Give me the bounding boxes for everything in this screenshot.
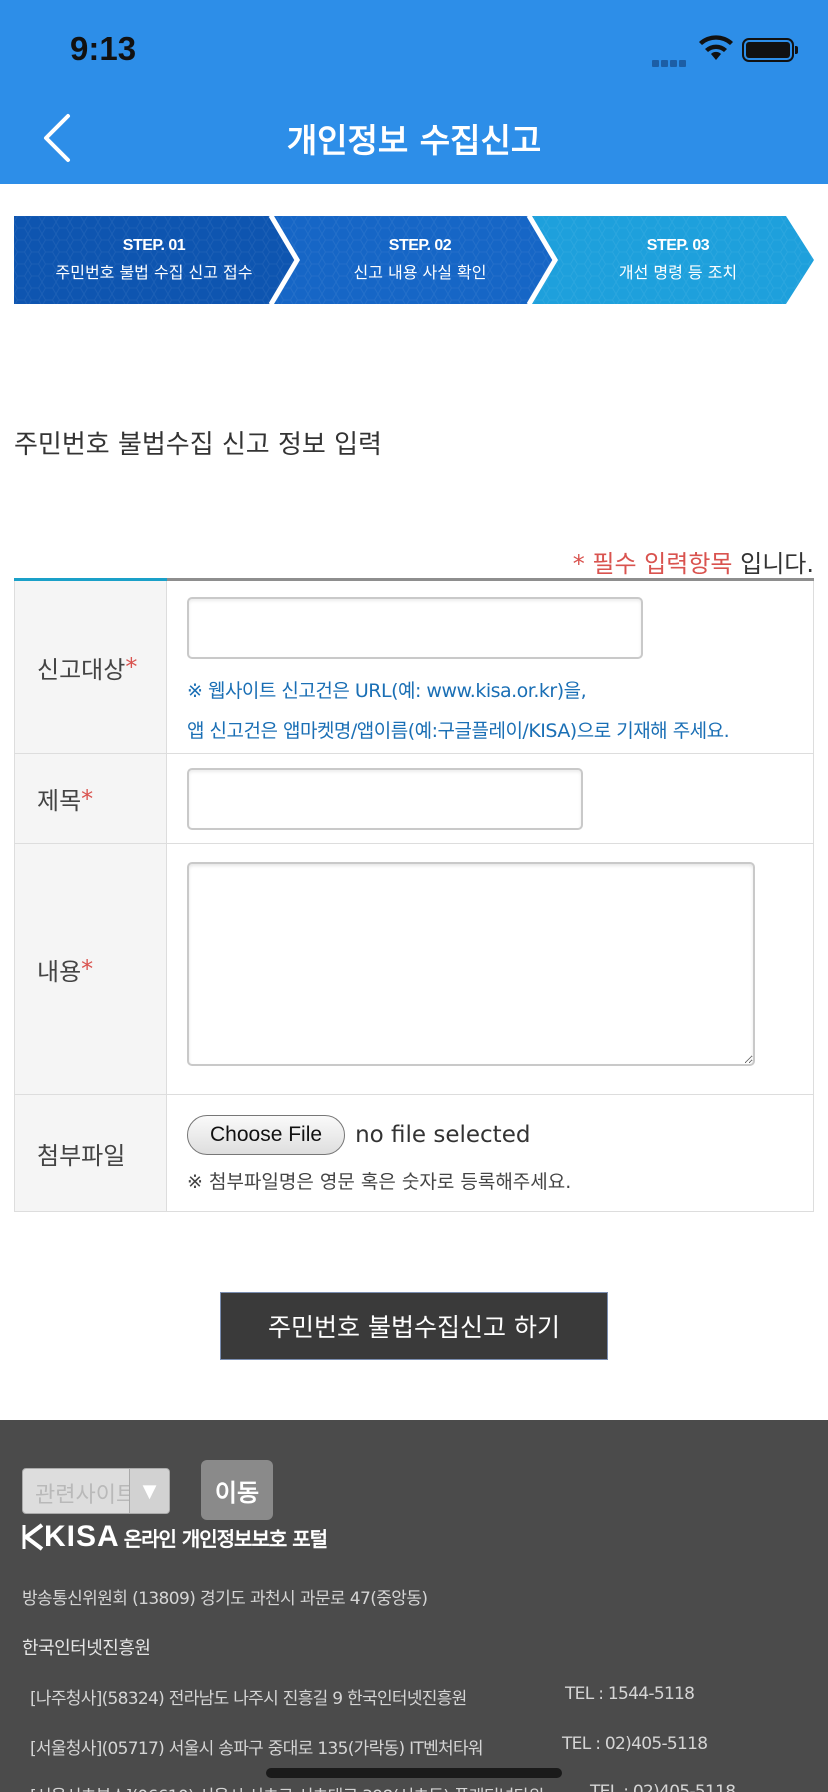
step-3-number: STEP. 03	[646, 237, 710, 254]
logo-kisa-text: KISA	[44, 1520, 120, 1553]
content-label: 내용 *	[15, 844, 167, 1094]
battery-icon	[742, 38, 798, 62]
kisa-logo-mark-icon	[22, 1523, 44, 1551]
footer-tel-seocho: TEL : 02)405-5118	[590, 1782, 736, 1792]
target-hint-line-1: ※ 웹사이트 신고건은 URL(예: www.kisa.or.kr)을,	[187, 680, 587, 702]
title-input[interactable]	[187, 768, 583, 830]
status-bar: 9:13	[0, 0, 828, 92]
wifi-icon	[699, 35, 733, 60]
step-3: STEP. 03 개선 명령 등 조치	[558, 216, 798, 304]
attach-hint: ※ 첨부파일명은 영문 혹은 숫자로 등록해주세요.	[187, 1171, 572, 1193]
footer-tel-seoul: TEL : 02)405-5118	[562, 1734, 708, 1754]
footer-office-naju: [나주청사](58324) 전라남도 나주시 진흥길 9 한국인터넷진흥원	[30, 1689, 467, 1709]
nav-bar: 개인정보 수집신고	[0, 92, 828, 184]
target-hint-line-2: 앱 신고건은 앱마켓명/앱이름(예:구글플레이/KISA)으로 기재해 주세요.	[187, 720, 730, 742]
step-2-label: 신고 내용 사실 확인	[353, 263, 487, 282]
target-input[interactable]	[187, 597, 643, 659]
page-title: 개인정보 수집신고	[286, 121, 542, 160]
footer: 관련사이트 ▼ 이동 KISA 온라인 개인정보보호 포털 방송통신위원회 (1…	[0, 1420, 828, 1792]
step-3-label: 개선 명령 등 조치	[618, 263, 738, 282]
related-sites-select[interactable]: 관련사이트 ▼	[22, 1468, 170, 1514]
report-form: 신고대상 * ※ 웹사이트 신고건은 URL(예: www.kisa.or.kr)…	[14, 578, 814, 1212]
related-sites-value: 관련사이트	[35, 1483, 137, 1508]
kisa-logo: KISA 온라인 개인정보보호 포털	[22, 1520, 328, 1554]
file-picker: Choose File no file selected	[187, 1115, 793, 1155]
attach-label: 첨부파일	[15, 1095, 167, 1211]
form-row-content: 내용 *	[14, 844, 814, 1095]
form-row-title: 제목 *	[14, 754, 814, 844]
footer-address: 방송통신위원회 (13809) 경기도 과천시 과문로 47(중앙동)	[22, 1589, 428, 1609]
footer-office-seocho: [서울서초분소](06610) 서울시 서초구 서초대로 398(서초동) 플래…	[30, 1782, 544, 1792]
dropdown-arrow-icon: ▼	[129, 1469, 169, 1513]
title-label: 제목 *	[15, 754, 167, 843]
required-marker-text: * 필수 입력항목	[572, 550, 733, 578]
home-indicator	[266, 1768, 562, 1778]
content-textarea[interactable]	[187, 862, 755, 1066]
file-status: no file selected	[355, 1122, 531, 1148]
target-hint: ※ 웹사이트 신고건은 URL(예: www.kisa.or.kr)을, 앱 신…	[187, 671, 793, 751]
step-1-number: STEP. 01	[122, 237, 186, 254]
required-note: * 필수 입력항목 입니다.	[573, 544, 814, 579]
footer-office-seoul: [서울청사](05717) 서울시 송파구 중대로 135(가락동) IT벤처타…	[30, 1739, 484, 1759]
go-button[interactable]: 이동	[201, 1460, 273, 1520]
cellular-signal-icon	[652, 52, 688, 71]
step-1: STEP. 01 주민번호 불법 수집 신고 접수	[34, 216, 274, 304]
form-top-accent	[14, 578, 167, 581]
step-indicator: STEP. 01 주민번호 불법 수집 신고 접수 STEP. 02 신고 내용…	[14, 216, 814, 304]
step-2-number: STEP. 02	[388, 237, 452, 254]
form-row-target: 신고대상 * ※ 웹사이트 신고건은 URL(예: www.kisa.or.kr)…	[14, 581, 814, 754]
logo-portal-text: 온라인 개인정보보호 포털	[123, 1526, 328, 1551]
footer-tel-naju: TEL : 1544-5118	[565, 1684, 695, 1704]
submit-report-button[interactable]: 주민번호 불법수집신고 하기	[220, 1292, 608, 1360]
form-row-attachment: 첨부파일 Choose File no file selected ※ 첨부파일…	[14, 1095, 814, 1212]
target-label: 신고대상 *	[15, 581, 167, 753]
status-time: 9:13	[70, 30, 137, 67]
step-1-label: 주민번호 불법 수집 신고 접수	[55, 263, 253, 282]
section-title: 주민번호 불법수집 신고 정보 입력	[14, 430, 382, 460]
step-2: STEP. 02 신고 내용 사실 확인	[300, 216, 540, 304]
footer-org-name: 한국인터넷진흥원	[22, 1638, 151, 1659]
required-note-suffix: 입니다.	[732, 550, 814, 578]
choose-file-button[interactable]: Choose File	[187, 1115, 346, 1155]
